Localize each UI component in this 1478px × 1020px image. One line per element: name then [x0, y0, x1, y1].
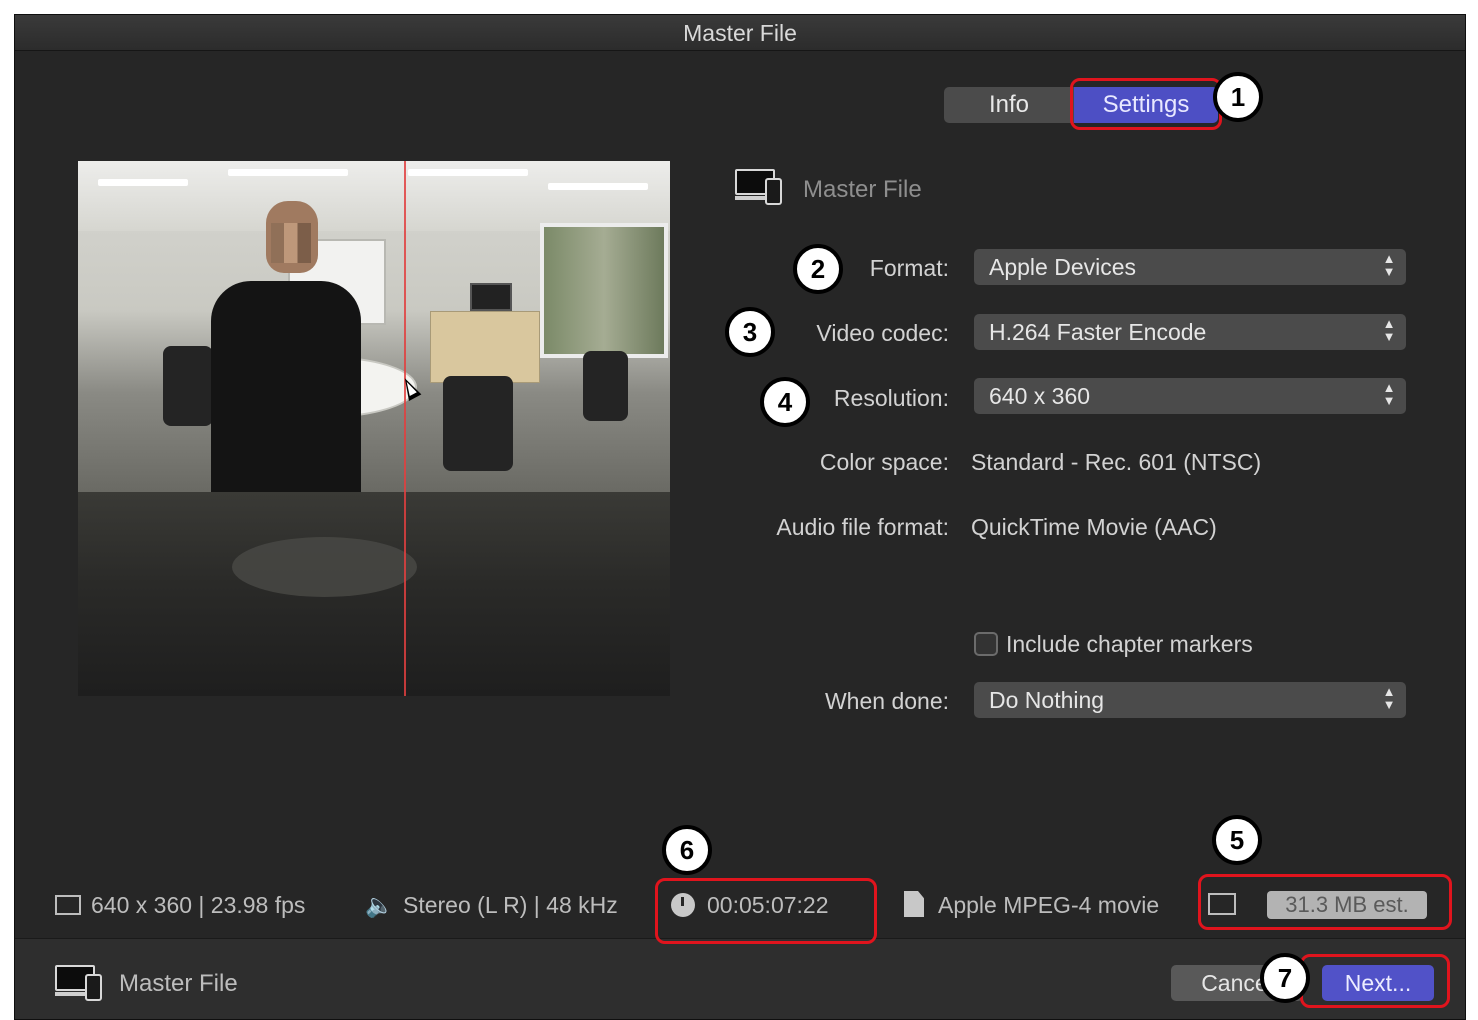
- tab-info[interactable]: Info: [944, 87, 1074, 123]
- up-down-arrows-icon: ▲ ▼: [1382, 316, 1396, 344]
- chapter-markers-checkbox[interactable]: [974, 632, 998, 656]
- color-space-value: Standard - Rec. 601 (NTSC): [971, 449, 1262, 475]
- callout-outline-size: [1198, 874, 1452, 930]
- audio-format-value: QuickTime Movie (AAC): [971, 514, 1217, 540]
- desk-monitor: [470, 283, 512, 311]
- resolution-popup[interactable]: 640 x 360 ▲ ▼: [974, 378, 1406, 414]
- when-done-value: Do Nothing: [989, 687, 1105, 713]
- video-info: 640 x 360 | 23.98 fps: [91, 892, 306, 918]
- callout-badge-2: 2: [793, 244, 843, 294]
- chapter-markers-label[interactable]: Include chapter markers: [1006, 631, 1253, 658]
- video-codec-popup[interactable]: H.264 Faster Encode ▲ ▼: [974, 314, 1406, 350]
- callout-badge-5: 5: [1212, 815, 1262, 865]
- footer-destination-name: Master File: [119, 970, 238, 997]
- chair: [163, 346, 213, 426]
- reflection-table: [232, 537, 417, 597]
- ceiling-light: [228, 169, 348, 176]
- ceiling-light: [548, 183, 648, 190]
- pixelated-face: [271, 223, 311, 263]
- window-title: Master File: [15, 15, 1465, 51]
- device-shape: [85, 974, 102, 1001]
- destination-title: Master File: [803, 176, 922, 203]
- ceiling: [78, 161, 670, 231]
- person: [211, 281, 361, 492]
- callout-badge-7: 7: [1260, 953, 1310, 1003]
- callout-outline-duration: [655, 878, 877, 944]
- computer-and-device-icon: [735, 169, 783, 205]
- ceiling-light: [98, 179, 188, 186]
- up-down-arrows-icon: ▲ ▼: [1382, 684, 1396, 712]
- device-shape: [765, 178, 782, 205]
- callout-outline-next: [1300, 954, 1450, 1008]
- up-down-arrows-icon: ▲ ▼: [1382, 251, 1396, 279]
- ceiling-light: [408, 169, 528, 176]
- computer-and-device-icon: [55, 965, 103, 1001]
- chair: [443, 376, 513, 471]
- callout-badge-6: 6: [662, 825, 712, 875]
- audio-format-label: Audio file format:: [776, 514, 949, 540]
- when-done-label: When done:: [824, 688, 949, 714]
- callout-outline-settings: [1070, 78, 1222, 130]
- callout-badge-3: 3: [725, 307, 775, 357]
- up-down-arrows-icon: ▲ ▼: [1382, 380, 1396, 408]
- when-done-popup[interactable]: Do Nothing ▲ ▼: [974, 682, 1406, 718]
- playhead-line[interactable]: [404, 161, 406, 696]
- speaker-icon: 🔈: [365, 892, 394, 918]
- format-popup[interactable]: Apple Devices ▲ ▼: [974, 249, 1406, 285]
- format-value: Apple Devices: [989, 254, 1137, 280]
- video-codec-value: H.264 Faster Encode: [989, 319, 1207, 345]
- document-icon: [904, 891, 924, 917]
- color-space-label: Color space:: [819, 449, 949, 475]
- resolution-value: 640 x 360: [989, 383, 1091, 409]
- file-type-value: Apple MPEG-4 movie: [938, 892, 1160, 918]
- preview-frame: [78, 161, 670, 492]
- callout-badge-4: 4: [760, 377, 810, 427]
- preview-reflection: [78, 492, 670, 696]
- video-preview: [78, 161, 670, 696]
- audio-info: Stereo (L R) | 48 kHz: [403, 892, 618, 918]
- desk: [430, 311, 540, 383]
- video-codec-label: Video codec:: [816, 320, 949, 346]
- frame-size-icon: [55, 895, 81, 915]
- chair: [583, 351, 628, 421]
- export-window: Master File Info Settings Master File Fo…: [14, 14, 1466, 1020]
- callout-badge-1: 1: [1213, 72, 1263, 122]
